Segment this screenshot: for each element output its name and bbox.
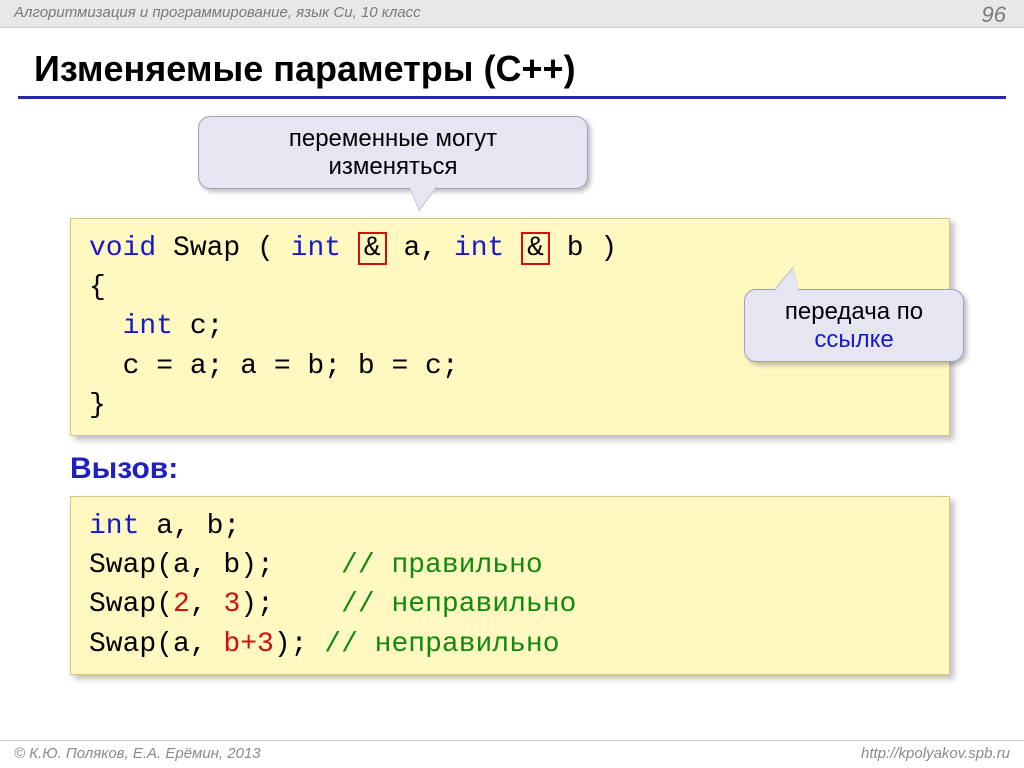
- code-text: );: [274, 629, 324, 660]
- kw-int: int: [89, 511, 139, 542]
- err-arg: 2: [173, 589, 190, 620]
- comment: // неправильно: [341, 589, 576, 620]
- callout-top-line2: изменяться: [329, 153, 458, 180]
- code-text: }: [89, 390, 106, 421]
- code-text: a,: [387, 233, 454, 264]
- code-text: Swap(a,: [89, 629, 223, 660]
- code-text: ,: [190, 589, 224, 620]
- comment: // правильно: [341, 550, 543, 581]
- code-text: c;: [173, 311, 223, 342]
- code-text: {: [89, 272, 106, 303]
- kw-int: int: [291, 233, 341, 264]
- footer-right: http://kpolyakov.spb.ru: [861, 745, 1010, 762]
- slide: Алгоритмизация и программирование, язык …: [0, 0, 1024, 768]
- code-text: c = a; a = b; b = c;: [89, 351, 459, 382]
- breadcrumb: Алгоритмизация и программирование, язык …: [14, 4, 421, 21]
- callout-right-tail: [773, 268, 799, 292]
- amp-highlight: &: [521, 232, 550, 265]
- kw-int: int: [123, 311, 173, 342]
- kw-void: void: [89, 233, 156, 264]
- amp-highlight: &: [358, 232, 387, 265]
- code-block-call: int a, b; Swap(a, b); // правильно Swap(…: [70, 496, 950, 675]
- callout-right-line1: передача по: [785, 298, 923, 325]
- code-text: Swap(a, b);: [89, 550, 341, 581]
- callout-right: передача по ссылке: [744, 289, 964, 362]
- code-text: );: [240, 589, 341, 620]
- comment: // неправильно: [324, 629, 559, 660]
- callout-top: переменные могут изменяться: [198, 116, 588, 189]
- code-text: Swap(: [89, 589, 173, 620]
- header-bar: Алгоритмизация и программирование, язык …: [0, 0, 1024, 28]
- footer-bar: © К.Ю. Поляков, Е.А. Ерёмин, 2013 http:/…: [0, 740, 1024, 768]
- page-number: 96: [982, 2, 1006, 28]
- callout-right-line2: ссылке: [814, 326, 893, 353]
- err-arg: 3: [223, 589, 240, 620]
- callout-top-tail: [409, 186, 437, 210]
- callout-top-line1: переменные могут: [289, 125, 497, 152]
- page-title: Изменяемые параметры (C++): [34, 48, 576, 90]
- title-underline: [18, 96, 1006, 99]
- call-label: Вызов:: [70, 452, 178, 486]
- code-text: Swap (: [156, 233, 290, 264]
- code-text: a, b;: [139, 511, 240, 542]
- code-text: b ): [550, 233, 617, 264]
- err-arg: b+3: [223, 629, 273, 660]
- footer-left: © К.Ю. Поляков, Е.А. Ерёмин, 2013: [14, 745, 261, 762]
- kw-int: int: [454, 233, 504, 264]
